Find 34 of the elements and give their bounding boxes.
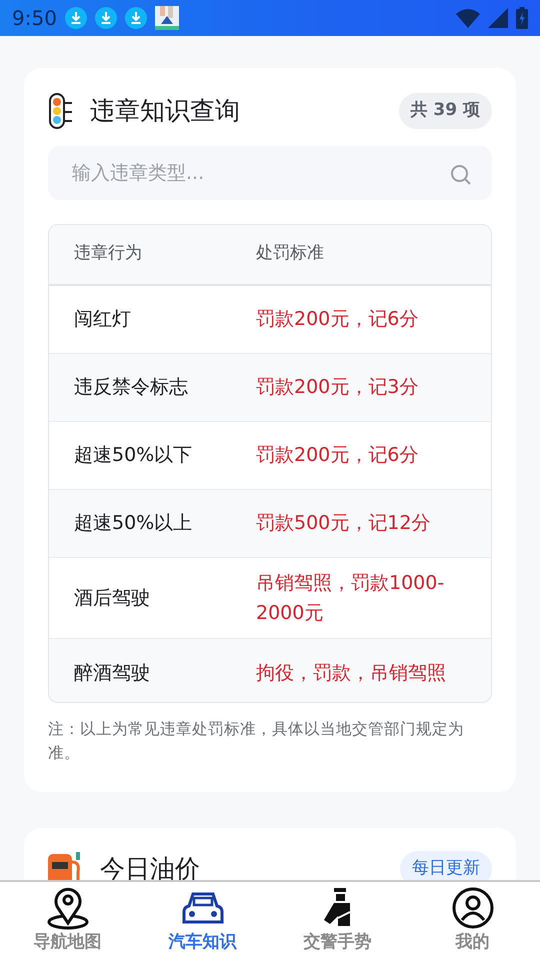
nav-tab[interactable]: 交警手势 [270, 882, 405, 960]
wifi-icon [456, 8, 480, 28]
update-badge: 每日更新 [400, 851, 492, 880]
card-title: 违章知识查询 [90, 95, 240, 127]
map-pin-icon [46, 886, 90, 930]
user-icon [450, 886, 494, 930]
violation-cell-text: 超速50%以下 [73, 442, 194, 468]
penalty-cell-text: 罚款200元，记6分 [256, 306, 420, 332]
nav-tab[interactable]: 汽车知识 [135, 882, 270, 960]
violation-cell-text: 闯红灯 [73, 306, 132, 332]
violation-cell-text: 酒后驾驶 [73, 586, 151, 611]
signal-icon [488, 8, 508, 28]
penalty-cell-text: 罚款500元，记12分 [256, 510, 432, 536]
search-field[interactable]: 输入违章类型... [48, 146, 492, 200]
traffic-light-icon [48, 92, 74, 129]
penalty-cell-text: 吊销驾照，罚款1000-2000元 [256, 570, 446, 626]
column-header: 处罚标准 [256, 242, 325, 266]
penalty-cell-text: 拘役，罚款，吊销驾照 [256, 660, 447, 686]
penalty-cell-text: 罚款200元，记3分 [256, 374, 420, 400]
penalty-cell-text: 罚款200元，记6分 [256, 442, 420, 468]
note-text: 注：以上为常见违章处罚标准，具体以当地交管部门规定为准。 [48, 718, 465, 764]
column-header: 违章行为 [73, 242, 143, 266]
violation-cell-text: 醉酒驾驶 [73, 660, 151, 686]
search-icon[interactable] [450, 164, 472, 186]
count-badge: 共 39 项 [398, 93, 492, 128]
nav-tab[interactable]: 我的 [405, 882, 540, 960]
download-icon [64, 7, 87, 29]
clock: 9:50 [12, 5, 57, 32]
battery-icon [516, 7, 528, 29]
nav-tab[interactable]: 导航地图 [0, 882, 135, 960]
download-icon [94, 7, 117, 29]
download-icon [124, 7, 147, 29]
violation-cell-text: 违反禁令标志 [73, 374, 189, 400]
violation-cell-text: 超速50%以上 [73, 510, 194, 536]
